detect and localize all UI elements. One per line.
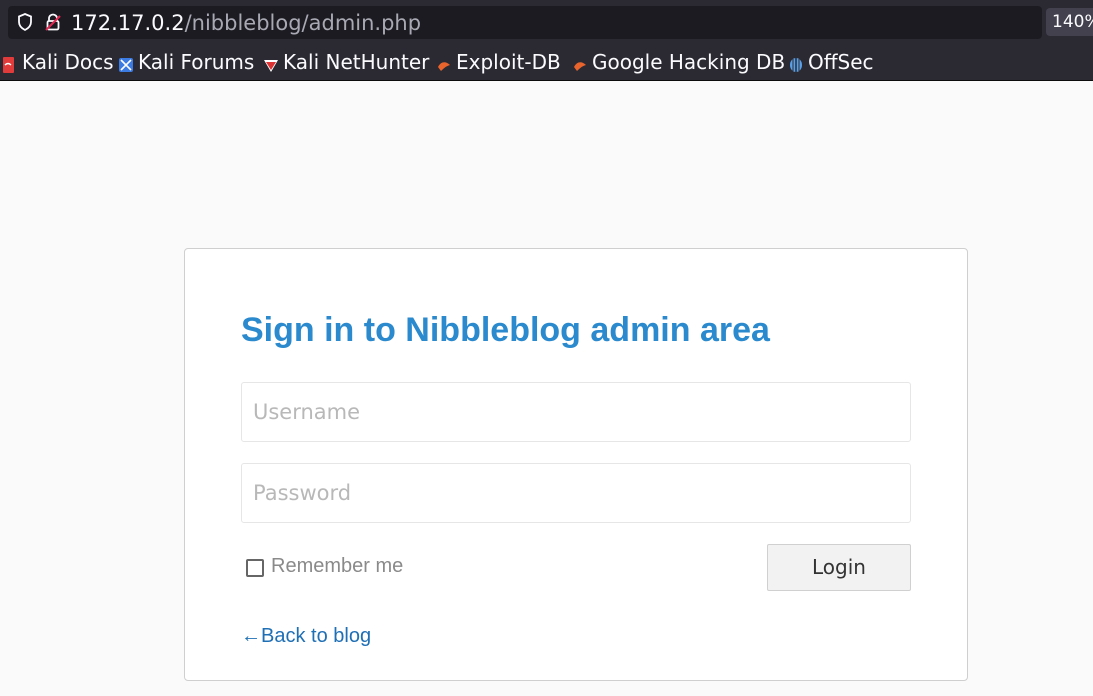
bookmark-kali-forums[interactable]: Kali Forums	[118, 49, 254, 75]
bookmark-kali-nethunter[interactable]: Kali NetHunter	[263, 49, 429, 75]
bookmarks-toolbar: Kali Docs Kali Forums Kali NetHunter Exp…	[0, 44, 1093, 81]
bookmark-exploit-db[interactable]: Exploit-DB	[436, 49, 561, 75]
remember-me-label[interactable]: Remember me	[271, 555, 403, 578]
username-input[interactable]	[241, 382, 911, 442]
bookmark-label: Exploit-DB	[456, 50, 561, 74]
shield-icon[interactable]	[16, 12, 34, 32]
bookmark-google-hacking-db[interactable]: Google Hacking DB	[572, 49, 785, 75]
password-input[interactable]	[241, 463, 911, 523]
url-path: /nibbleblog/admin.php	[184, 11, 422, 35]
ghdb-icon	[572, 54, 588, 71]
bookmark-kali-docs[interactable]: Kali Docs	[2, 49, 114, 75]
login-title: Sign in to Nibbleblog admin area	[241, 311, 770, 349]
bookmark-label: Kali Forums	[138, 50, 255, 74]
exploit-db-icon	[436, 54, 452, 71]
kali-docs-icon	[2, 54, 18, 73]
zoom-level-button[interactable]: 140%	[1046, 8, 1093, 36]
bookmark-label: Kali NetHunter	[283, 50, 430, 74]
kali-forums-icon	[118, 54, 134, 72]
remember-me-checkbox[interactable]	[246, 558, 264, 577]
url-text[interactable]: 172.17.0.2/nibbleblog/admin.php	[71, 9, 421, 37]
offsec-icon	[788, 54, 804, 72]
bookmark-label: Google Hacking DB	[592, 50, 786, 74]
login-box: Sign in to Nibbleblog admin area Remembe…	[184, 248, 968, 681]
url-host: 172.17.0.2	[71, 11, 185, 35]
browser-toolbar: 172.17.0.2/nibbleblog/admin.php 140%	[0, 0, 1093, 44]
bookmark-label: Kali Docs	[22, 50, 114, 74]
bookmark-label: OffSec	[808, 50, 874, 74]
insecure-lock-icon[interactable]	[44, 12, 62, 32]
page-content: Sign in to Nibbleblog admin area Remembe…	[0, 81, 1093, 696]
back-to-blog-link[interactable]: ←Back to blog	[241, 625, 371, 648]
login-button[interactable]: Login	[767, 544, 911, 591]
bookmark-offsec[interactable]: OffSec	[788, 49, 874, 75]
kali-nethunter-icon	[263, 54, 279, 72]
remember-me-row: Remember me	[246, 555, 403, 578]
